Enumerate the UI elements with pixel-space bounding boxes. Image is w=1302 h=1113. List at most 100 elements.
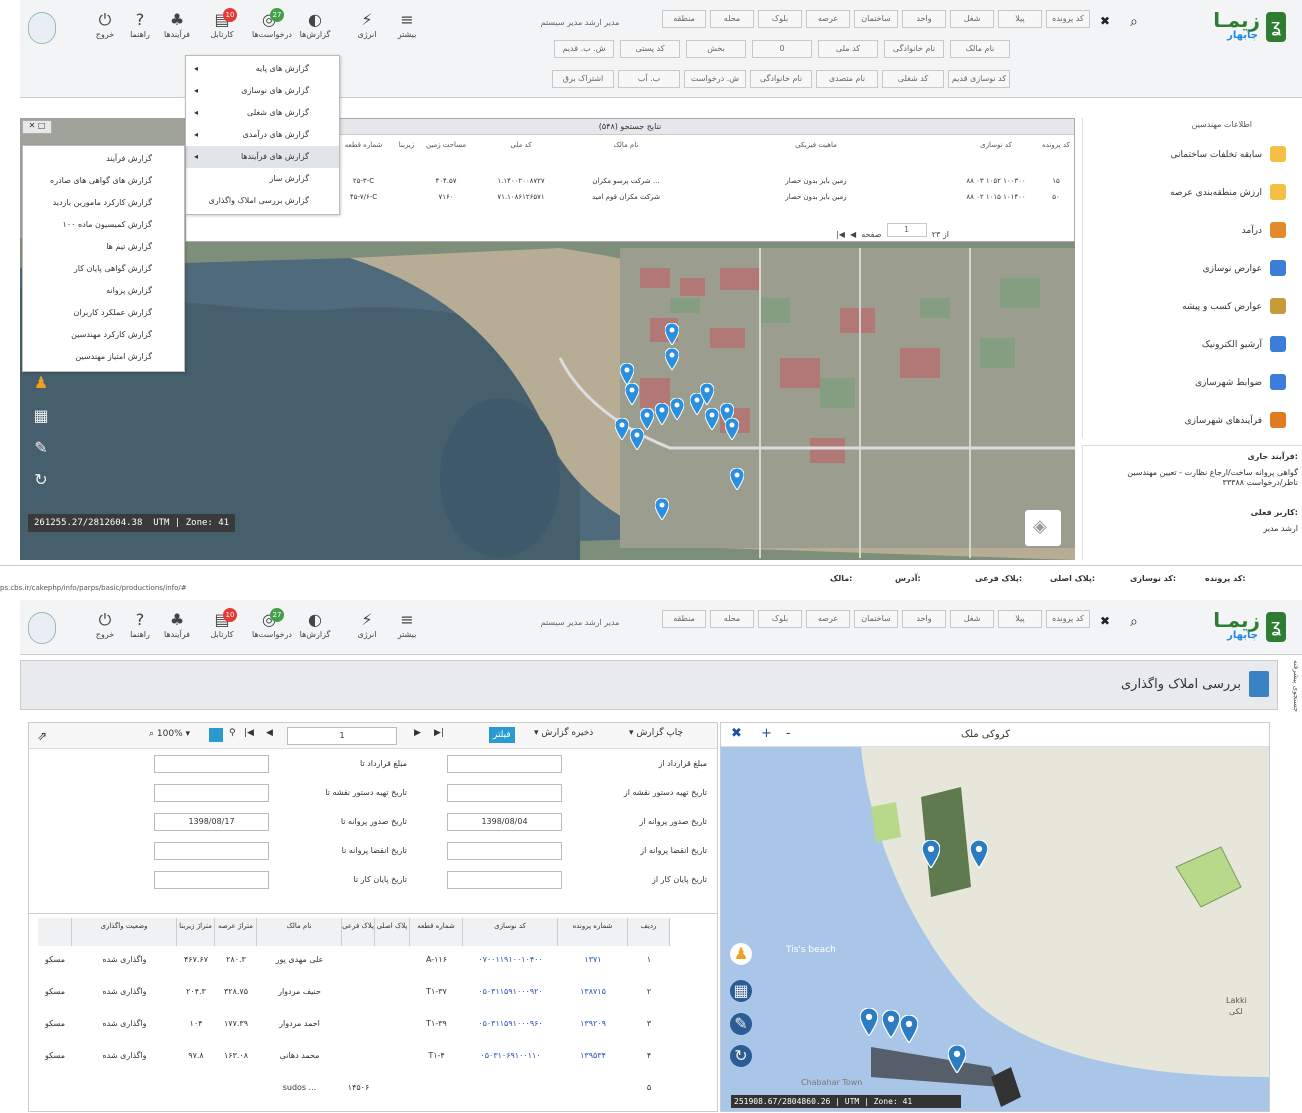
map-pin-icon[interactable] [669,397,685,421]
search-field[interactable]: کد پستی [620,40,680,58]
view-icon[interactable] [209,728,223,742]
results-column-header[interactable]: مساحت زمین [426,141,466,161]
last-page-icon[interactable]: ▶| [434,728,444,738]
form-input-to[interactable] [154,871,269,889]
save-report-button[interactable]: ▾ ذخیره گزارش [534,728,593,738]
export-icon[interactable]: ⇗ [37,729,47,743]
toolbar-energy-button[interactable]: ⚡ انرژی [350,610,384,650]
sidebar-item[interactable]: ارزش منطقه‌بندی عرصه [1104,184,1286,206]
process-report-item[interactable]: گزارش کمیسیون ماده ۱۰۰ [23,214,184,236]
map-pin-icon[interactable] [664,322,680,346]
map-pin-icon[interactable] [654,402,670,426]
street-view-button-2[interactable]: ♟ [730,943,752,965]
search-icon[interactable]: ⌕ [1130,14,1138,30]
close-icon[interactable]: ✖ [1100,14,1110,28]
measure-button[interactable]: ✎ [30,437,52,459]
table-header[interactable]: شماره قطعه [410,918,463,946]
search-field[interactable]: واحد [902,610,946,628]
zoom-in-icon[interactable]: + [761,726,772,741]
table-header[interactable]: ردیف [628,918,670,946]
reports-menu-item[interactable]: گزارش های پایه ◂ [186,58,339,80]
table-header[interactable]: پلاک اصلی [375,918,410,946]
toolbar-reports-button[interactable]: ◐ گزارش‌ها [298,10,332,50]
search-field[interactable]: واحد [902,10,946,28]
search-field[interactable]: ب. آب [618,70,680,88]
close-map-icon[interactable]: ✖ [731,726,742,741]
pager-first-icon[interactable]: |◀ [836,230,845,239]
search-field[interactable]: ش. درخواست [684,70,746,88]
sidebar-item[interactable]: سابقه تخلفات ساختمانی [1104,146,1286,168]
results-column-header[interactable]: کد ملی [481,141,561,161]
sidebar-item[interactable]: عوارض کسب و پیشه [1104,298,1286,320]
table-header[interactable]: وضعیت واگذاری [72,918,177,946]
reports-menu-item[interactable]: گزارش های فرآیندها ◂ [186,146,339,168]
toolbar-reports-button[interactable]: ◐ گزارش‌ها [298,610,332,650]
map-pin-icon[interactable] [947,1044,967,1075]
process-report-item[interactable]: گزارش تیم ها [23,236,184,258]
map-pin-icon[interactable] [729,467,745,491]
search-field[interactable]: محله [710,610,754,628]
first-page-icon[interactable]: |◀ [244,728,254,738]
parcel-map[interactable]: کروکی ملک ✖ + - Tis's beach Lakki لکی Ch… [720,722,1270,1112]
toolbar-more-button[interactable]: ≡ بیشتر [390,610,424,650]
map-pin-icon[interactable] [921,839,941,870]
search-field[interactable]: نام خانوادگی [750,70,812,88]
table-header[interactable] [38,918,72,946]
map-pin-icon[interactable] [859,1007,879,1038]
toolbar-exit-button[interactable]: ⏻ خروج [88,610,122,650]
sidebar-item[interactable]: درآمد [1104,222,1286,244]
reports-menu-item[interactable]: گزارش های شغلی ◂ [186,102,339,124]
process-report-item[interactable]: گزارش های گواهی های صادره [23,170,184,192]
process-report-item[interactable]: گزارش عملکرد کاربران [23,302,184,324]
map-pin-icon[interactable] [881,1009,901,1040]
table-header[interactable]: متراژ زیربنا [177,918,215,946]
search-field[interactable]: بلوک [758,610,802,628]
map-pin-icon[interactable] [899,1014,919,1045]
sidebar-item[interactable]: آرشیو الکترونیک [1104,336,1286,358]
search-field[interactable]: شغل [950,10,994,28]
toolbar-requests-button[interactable]: ◎ درخواست‌ها 27 [252,8,292,50]
pager-prev-icon[interactable]: ◀ [850,230,856,239]
results-column-header[interactable]: کد نوسازی [961,141,1031,161]
map-pin-icon[interactable] [614,417,630,441]
form-input-to[interactable]: 1398/08/17 [154,813,269,831]
process-report-item[interactable]: گزارش کارکرد مامورین بازدید [23,192,184,214]
search-field[interactable]: محله [710,10,754,28]
toolbar-processes-button[interactable]: ♣ فرآیندها [160,10,194,50]
search-icon[interactable]: ⌕ [1130,614,1138,630]
results-column-header[interactable]: شماره قطعه [341,141,386,161]
form-input-from[interactable] [447,784,562,802]
form-input-from[interactable] [447,842,562,860]
table-header[interactable]: نام مالک [257,918,342,946]
search-field[interactable]: عرصه [806,10,850,28]
search-field[interactable]: پیلا [998,10,1042,28]
search-field[interactable]: بخش [686,40,746,58]
search-field[interactable]: عرصه [806,610,850,628]
page-number-input[interactable]: 1 [287,727,397,745]
search-field[interactable]: ساختمان [854,10,898,28]
results-column-header[interactable]: ماهیت فیزیکی [771,141,861,161]
sidebar-item[interactable]: ضوابط شهرسازی [1104,374,1286,396]
form-input-from[interactable] [447,871,562,889]
reports-menu-item[interactable]: گزارش های نوسازی ◂ [186,80,339,102]
map-pin-icon[interactable] [624,382,640,406]
form-input-to[interactable] [154,784,269,802]
advanced-search-tab[interactable]: جستجوی پیشرفته [1284,660,1300,720]
page-input[interactable]: 1 [886,223,927,237]
map-pin-icon[interactable] [724,417,740,441]
map-pin-icon[interactable] [654,497,670,521]
map-pin-icon[interactable] [704,407,720,431]
layers-button[interactable]: ◈ [1025,510,1061,546]
map-pin-icon[interactable] [969,839,989,870]
zoom-out-icon[interactable]: - [786,726,791,741]
find-icon[interactable]: ⚲ [229,728,236,738]
search-field[interactable]: شغل [950,610,994,628]
grid-button-2[interactable]: ▦ [730,980,752,1002]
search-field[interactable]: اشتراک برق [552,70,614,88]
street-view-button[interactable]: ♟ [30,372,52,394]
print-report-button[interactable]: ▾ چاپ گزارش [629,728,683,738]
toolbar-cartable-button[interactable]: ▤ کارتابل 10 [205,608,239,650]
search-field[interactable]: کد پرونده [1046,610,1090,628]
toolbar-more-button[interactable]: ≡ بیشتر [390,10,424,50]
search-field[interactable]: ش. ب. قدیم [554,40,614,58]
